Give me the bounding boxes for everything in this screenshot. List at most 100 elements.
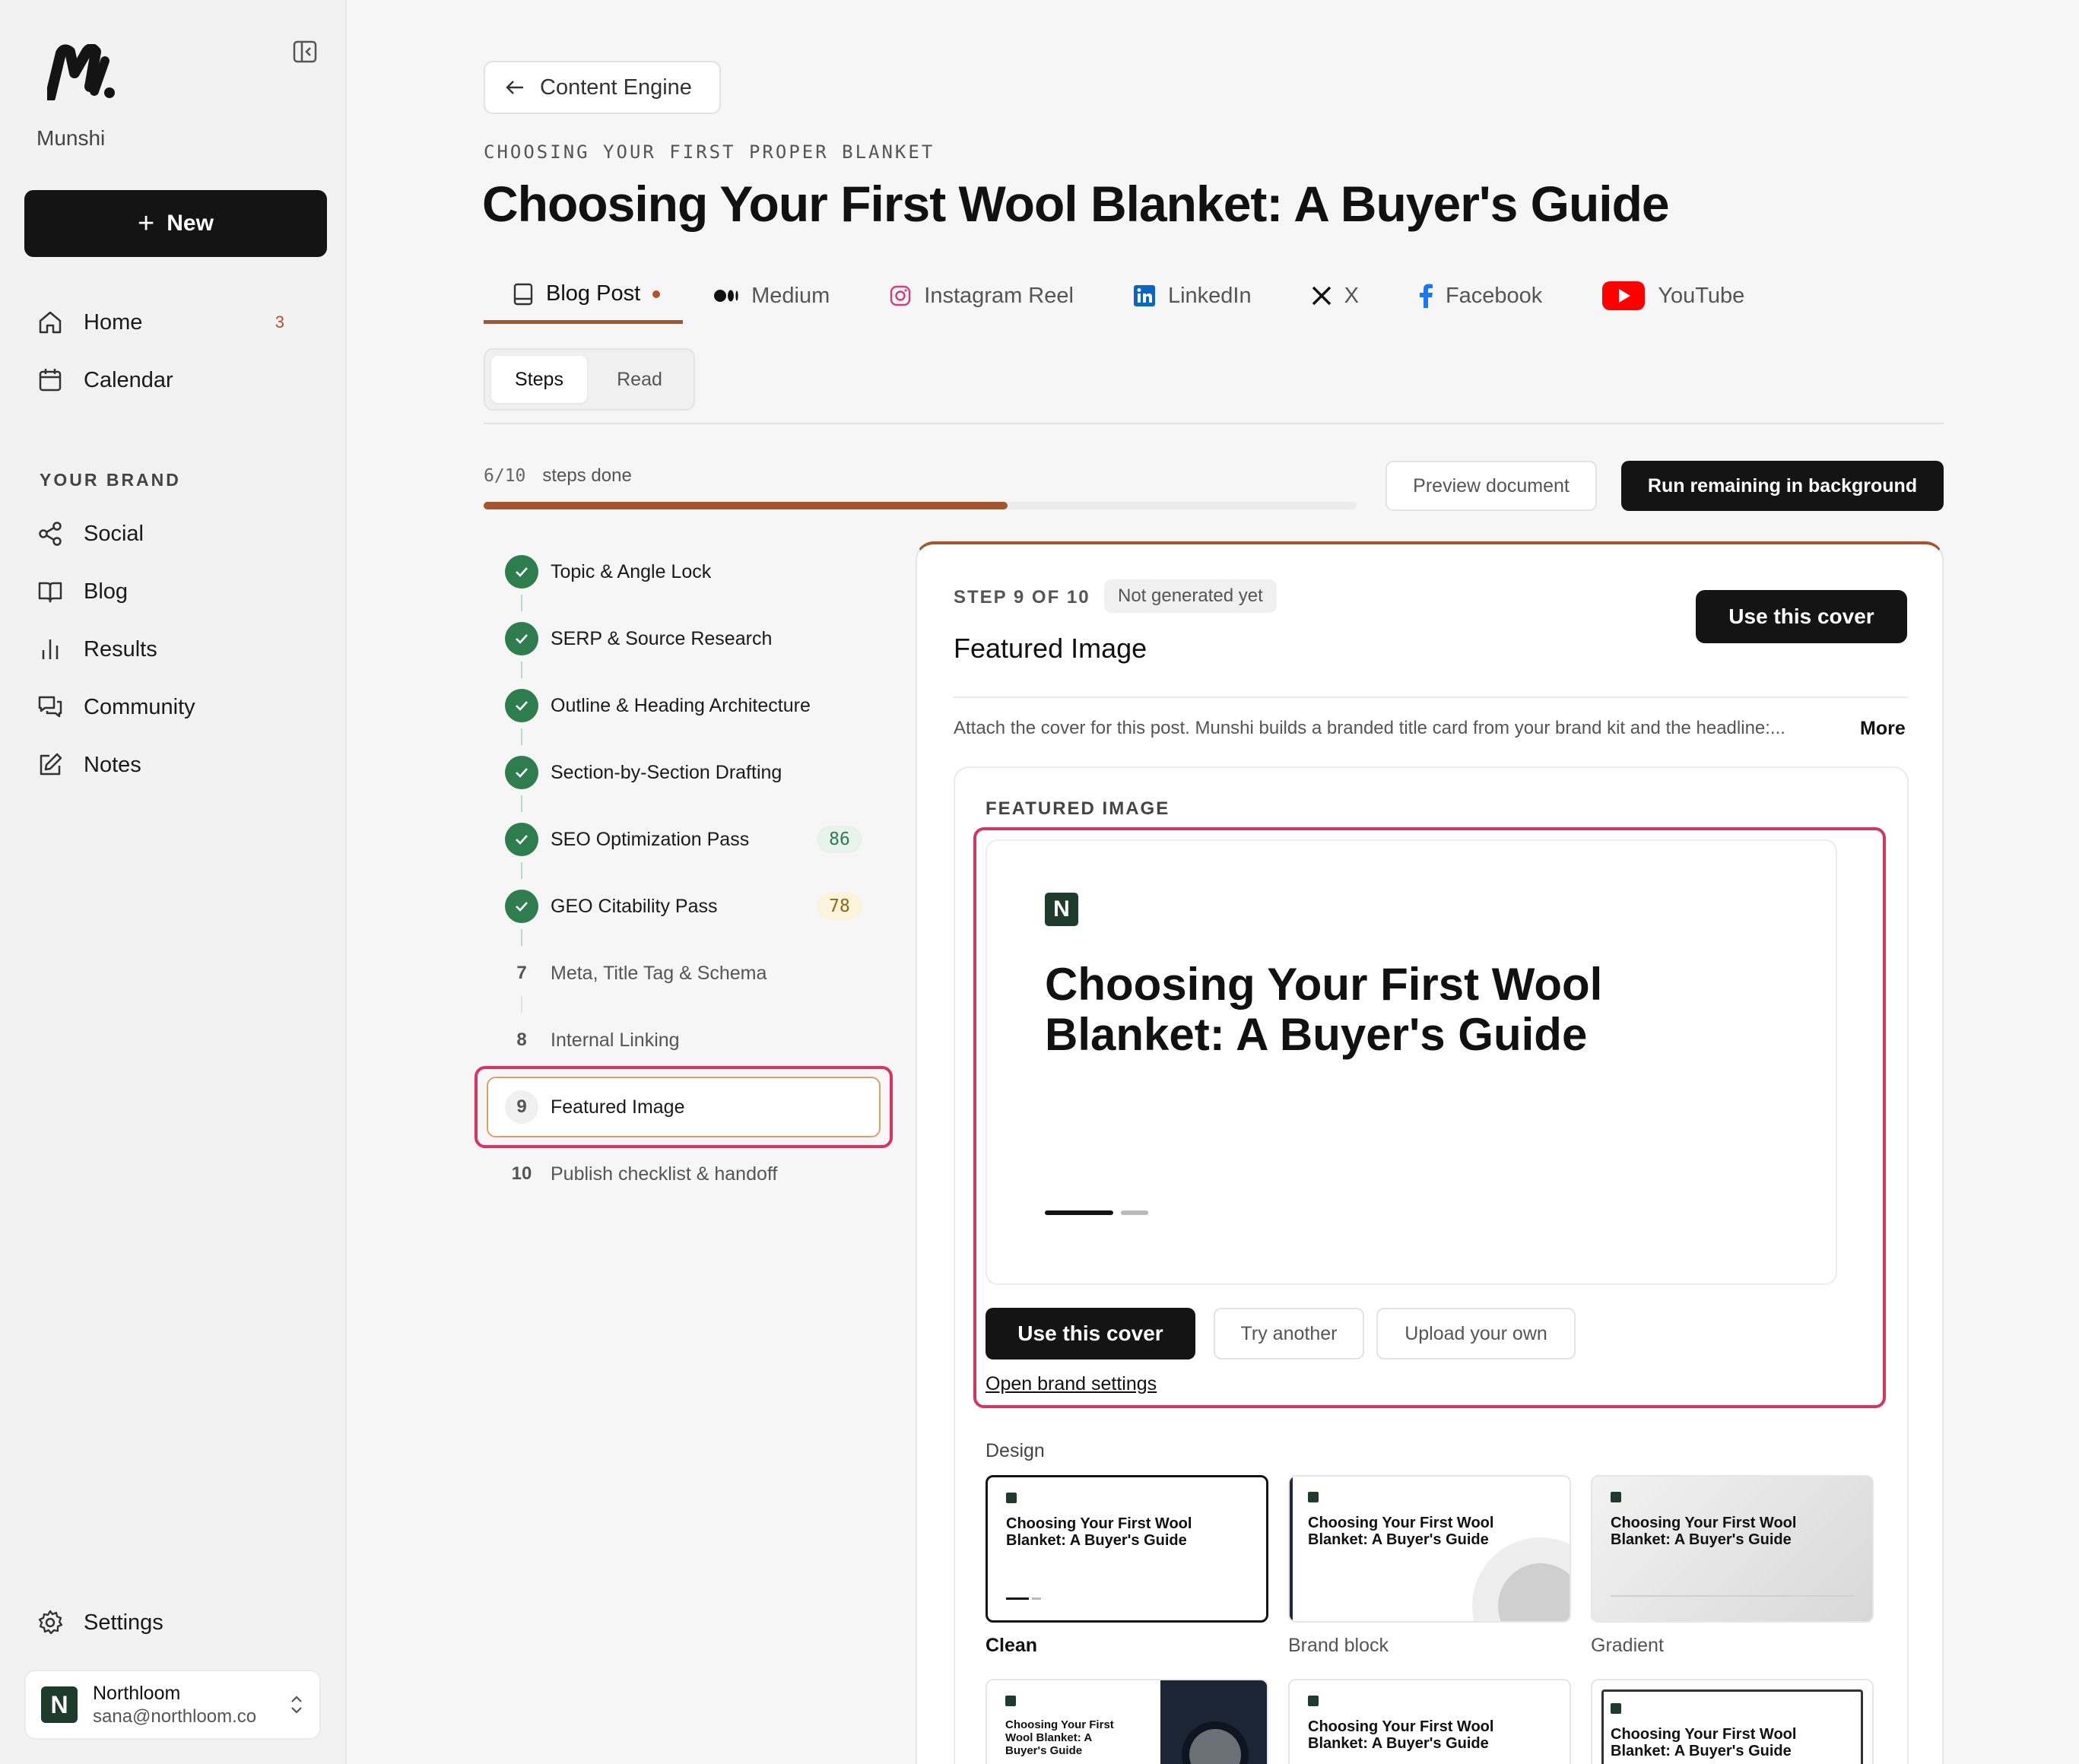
design-tile-clean[interactable]: Choosing Your First Wool Blanket: A Buye… (986, 1475, 1268, 1623)
tab-facebook[interactable]: Facebook (1418, 268, 1542, 324)
design-name: Clean (986, 1635, 1038, 1656)
accent-bar (1045, 1210, 1113, 1215)
step-label: GEO Citability Pass (551, 895, 718, 917)
nav-item-community[interactable]: Community (37, 684, 195, 730)
step-item[interactable]: GEO Citability Pass 78 (505, 888, 862, 925)
use-cover-button[interactable]: Use this cover (986, 1308, 1195, 1359)
account-name: Northloom (93, 1682, 181, 1704)
design-tile-framed[interactable]: Choosing Your First Wool Blanket: A Buye… (1591, 1679, 1874, 1764)
nav-item-results[interactable]: Results (37, 627, 157, 672)
nav-label: Home (84, 309, 143, 335)
section-label-your-brand: YOUR BRAND (40, 470, 181, 490)
design-tile-brand-block[interactable]: Choosing Your First Wool Blanket: A Buye… (1288, 1475, 1571, 1623)
brand-logo (1005, 1696, 1016, 1706)
cover-title: Choosing Your First Wool Blanket: A Buye… (1045, 959, 1603, 1060)
try-another-button[interactable]: Try another (1214, 1308, 1364, 1359)
upload-own-button[interactable]: Upload your own (1376, 1308, 1576, 1359)
brand-logo (1308, 1696, 1319, 1706)
step-connector (521, 728, 522, 745)
bar-chart-icon (37, 636, 64, 663)
nav-item-social[interactable]: Social (37, 511, 144, 557)
brand-stripe (1290, 1477, 1293, 1621)
nav-label: Settings (84, 1610, 163, 1635)
book-icon (37, 578, 64, 605)
preview-document-button[interactable]: Preview document (1385, 461, 1597, 511)
tab-x[interactable]: X (1311, 268, 1359, 324)
tile-title: Choosing Your First Wool Blanket: A Buye… (1005, 1718, 1114, 1757)
cover-preview: N Choosing Your First Wool Blanket: A Bu… (986, 839, 1837, 1285)
step-card: STEP 9 OF 10 Not generated yet Featured … (916, 541, 1944, 1764)
featured-image-panel: FEATURED IMAGE N Choosing Your First Woo… (954, 766, 1909, 1764)
check-icon (505, 823, 538, 856)
step-label: Section-by-Section Drafting (551, 761, 782, 783)
tile-title: Choosing Your First Wool Blanket: A Buye… (1611, 1726, 1797, 1759)
step-counter: STEP 9 OF 10 (954, 587, 1090, 608)
section-label: FEATURED IMAGE (986, 798, 1170, 819)
tile-title: Choosing Your First Wool Blanket: A Buye… (1308, 1515, 1494, 1548)
tab-label: Blog Post (546, 281, 641, 306)
accent-bar (1032, 1597, 1041, 1600)
page-title: Choosing Your First Wool Blanket: A Buye… (482, 176, 1670, 232)
nav-item-notes[interactable]: Notes (37, 742, 141, 788)
step-number: 7 (516, 963, 527, 983)
design-tile-gradient[interactable]: Choosing Your First Wool Blanket: A Buye… (1591, 1475, 1874, 1623)
open-brand-settings-link[interactable]: Open brand settings (986, 1373, 1157, 1395)
progress-label: 6/10 steps done (484, 465, 632, 487)
step-item[interactable]: Topic & Angle Lock (505, 554, 862, 590)
design-name: Brand block (1288, 1635, 1389, 1656)
check-icon (505, 756, 538, 789)
accent-bar (1006, 1597, 1029, 1600)
step-item[interactable]: 7 Meta, Title Tag & Schema (505, 955, 862, 991)
step-number: 8 (516, 1030, 527, 1050)
back-button[interactable]: Content Engine (484, 61, 721, 114)
design-tile-plain[interactable]: Choosing Your First Wool Blanket: A Buye… (1288, 1679, 1571, 1764)
avatar: N (41, 1686, 78, 1723)
collapse-sidebar-icon[interactable] (292, 40, 318, 64)
nav-label: Social (84, 521, 144, 546)
step-label: Publish checklist & handoff (551, 1163, 778, 1185)
nav-item-calendar[interactable]: Calendar (37, 357, 173, 403)
tab-label: Instagram Reel (924, 283, 1074, 308)
step-item[interactable]: SERP & Source Research (505, 620, 862, 657)
tab-medium[interactable]: Medium (713, 268, 830, 324)
new-button[interactable]: + New (24, 190, 327, 257)
brand-logo (1308, 1492, 1319, 1502)
linkedin-icon (1133, 285, 1155, 306)
run-remaining-button[interactable]: Run remaining in background (1621, 461, 1944, 511)
x-icon (1312, 286, 1331, 306)
toggle-steps[interactable]: Steps (491, 356, 587, 403)
step-item[interactable]: SEO Optimization Pass 86 (505, 821, 862, 858)
toggle-read[interactable]: Read (592, 356, 687, 403)
home-icon (37, 309, 64, 336)
step-item[interactable]: 8 Internal Linking (505, 1022, 862, 1058)
blog-post-icon (513, 283, 533, 305)
back-button-label: Content Engine (540, 75, 692, 100)
step-connector (521, 862, 522, 879)
nav-label: Blog (84, 579, 129, 604)
use-cover-button-top[interactable]: Use this cover (1696, 590, 1907, 643)
gear-icon (37, 1609, 64, 1636)
step-item-current[interactable]: 9 Featured Image (505, 1089, 862, 1125)
step-description: Attach the cover for this post. Munshi b… (954, 718, 1785, 738)
step-item[interactable]: Section-by-Section Drafting (505, 754, 862, 791)
tab-instagram-reel[interactable]: Instagram Reel (889, 268, 1074, 324)
nav-label: Calendar (84, 367, 173, 392)
step-item[interactable]: Outline & Heading Architecture (505, 687, 862, 724)
step-item[interactable]: 10 Publish checklist & handoff (505, 1156, 862, 1192)
munshi-logo[interactable] (47, 44, 116, 100)
nav-item-blog[interactable]: Blog (37, 569, 128, 614)
account-switcher[interactable]: N Northloom sana@northloom.co (24, 1670, 321, 1740)
tab-linkedin[interactable]: LinkedIn (1133, 268, 1252, 324)
account-info: Northloom sana@northloom.co (93, 1683, 274, 1728)
unsaved-dot (652, 290, 661, 298)
tab-blog-post[interactable]: Blog Post (484, 268, 684, 324)
step-label: Outline & Heading Architecture (551, 694, 811, 716)
more-link[interactable]: More (1860, 718, 1906, 740)
tab-label: Facebook (1445, 283, 1543, 308)
tab-youtube[interactable]: YouTube (1601, 268, 1744, 324)
nav-item-home[interactable]: Home 3 (37, 300, 318, 345)
share-icon (37, 520, 64, 547)
design-tile-split[interactable]: Choosing Your First Wool Blanket: A Buye… (986, 1679, 1268, 1764)
step-connector (521, 996, 522, 1013)
nav-item-settings[interactable]: Settings (37, 1600, 163, 1645)
